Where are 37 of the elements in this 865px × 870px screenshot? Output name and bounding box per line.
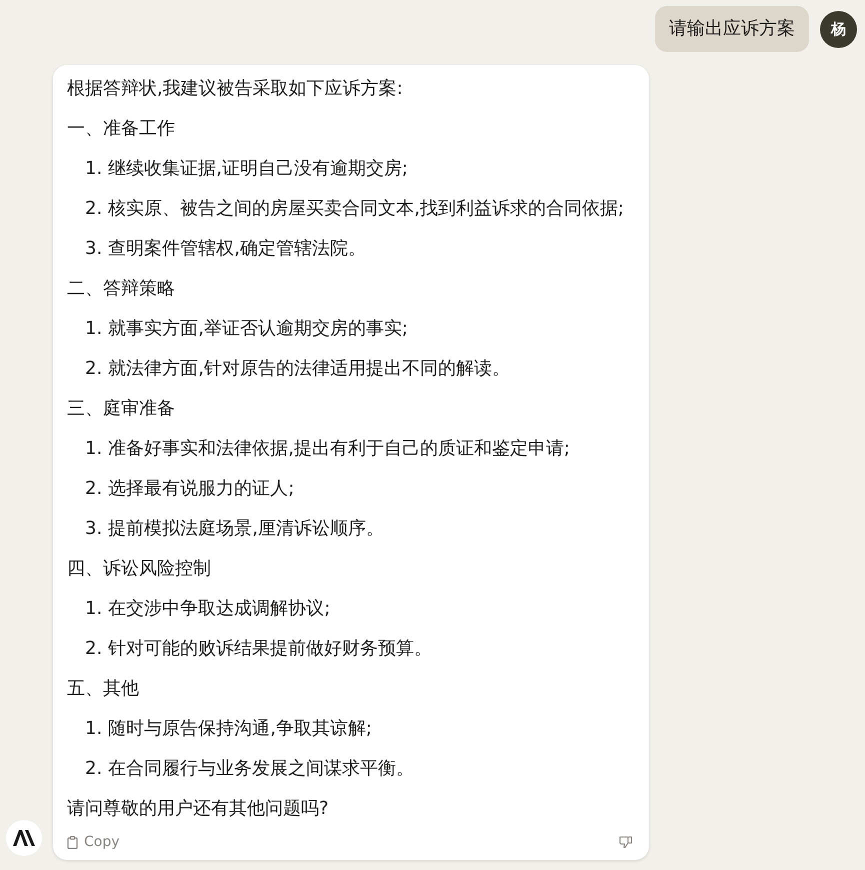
list-item: 核实原、被告之间的房屋买卖合同文本,找到利益诉求的合同依据; bbox=[108, 197, 624, 221]
clipboard-icon bbox=[67, 836, 78, 848]
logo-icon bbox=[12, 829, 36, 847]
list-item: 提前模拟法庭场景,厘清诉讼顺序。 bbox=[108, 517, 384, 541]
list-item: 在合同履行与业务发展之间谋求平衡。 bbox=[108, 757, 414, 781]
reply-text: 请问尊敬的用户还有其他问题吗? bbox=[67, 797, 330, 821]
list-number: 1. bbox=[85, 717, 102, 741]
list-number: 2. bbox=[85, 197, 102, 221]
list-item: 就法律方面,针对原告的法律适用提出不同的解读。 bbox=[108, 357, 510, 381]
list-number: 2. bbox=[85, 357, 102, 381]
list-item: 继续收集证据,证明自己没有逾期交房; bbox=[108, 157, 408, 181]
list-number: 2. bbox=[85, 757, 102, 781]
list-number: 2. bbox=[85, 637, 102, 661]
list-item: 针对可能的败诉结果提前做好财务预算。 bbox=[108, 637, 432, 661]
user-avatar: 杨 bbox=[820, 10, 857, 48]
list-item: 选择最有说服力的证人; bbox=[108, 477, 294, 501]
list-item: 查明案件管辖权,确定管辖法院。 bbox=[108, 237, 366, 261]
list-item: 准备好事实和法律依据,提出有利于自己的质证和鉴定申请; bbox=[108, 437, 570, 461]
section-heading: 四、诉讼风险控制 bbox=[67, 557, 212, 581]
list-number: 3. bbox=[85, 517, 102, 541]
thumbs-down-icon[interactable] bbox=[619, 836, 633, 848]
user-message: 请输出应诉方案 bbox=[655, 6, 809, 52]
list-number: 1. bbox=[85, 437, 102, 461]
section-heading: 五、其他 bbox=[67, 677, 140, 701]
list-number: 3. bbox=[85, 237, 102, 261]
list-number: 1. bbox=[85, 597, 102, 621]
list-number: 1. bbox=[85, 157, 102, 181]
list-item: 在交涉中争取达成调解协议; bbox=[108, 597, 330, 621]
section-heading: 三、庭审准备 bbox=[67, 397, 176, 421]
section-heading: 二、答辩策略 bbox=[67, 277, 176, 301]
section-heading: 一、准备工作 bbox=[67, 117, 176, 141]
list-number: 2. bbox=[85, 477, 102, 501]
list-item: 随时与原告保持沟通,争取其谅解; bbox=[108, 717, 372, 741]
copy-button[interactable]: Copy bbox=[67, 832, 120, 852]
list-item: 就事实方面,举证否认逾期交房的事实; bbox=[108, 317, 408, 341]
list-number: 1. bbox=[85, 317, 102, 341]
reply-text: 根据答辩状,我建议被告采取如下应诉方案: bbox=[67, 77, 404, 101]
